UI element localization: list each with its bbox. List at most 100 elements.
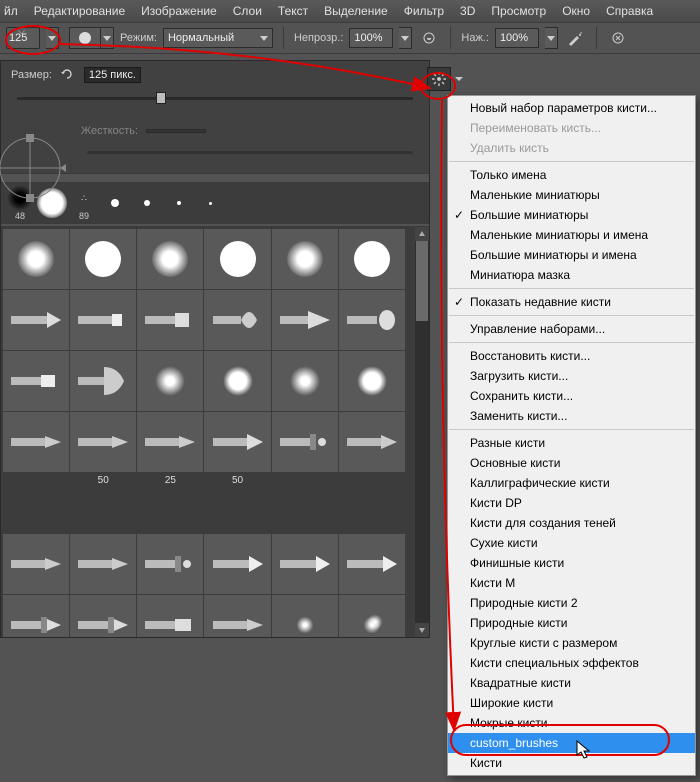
brush-cell[interactable] xyxy=(70,229,136,289)
menu-file[interactable]: йл xyxy=(4,4,18,18)
menu-select[interactable]: Выделение xyxy=(324,4,388,18)
brush-cell[interactable] xyxy=(137,534,203,594)
menu-filter[interactable]: Фильтр xyxy=(404,4,444,18)
brush-cell[interactable] xyxy=(272,534,338,594)
brush-cell[interactable]: 30 xyxy=(3,595,69,637)
flow-field[interactable]: 100% xyxy=(495,28,539,48)
brush-cell[interactable] xyxy=(137,351,203,411)
brush-cell[interactable] xyxy=(137,229,203,289)
scroll-up-icon[interactable] xyxy=(415,227,429,241)
brush-cell[interactable] xyxy=(339,412,405,472)
menu-set[interactable]: Мокрые кисти xyxy=(448,713,695,733)
brush-cell[interactable] xyxy=(204,534,270,594)
brush-cell[interactable] xyxy=(339,351,405,411)
menu-set[interactable]: Кисти DP xyxy=(448,493,695,513)
menu-set[interactable]: Кисти для создания теней xyxy=(448,513,695,533)
brush-cell[interactable] xyxy=(3,290,69,350)
brush-cell[interactable] xyxy=(3,534,69,594)
scroll-down-icon[interactable] xyxy=(415,623,429,637)
brush-cell[interactable] xyxy=(70,534,136,594)
opacity-field[interactable]: 100% xyxy=(349,28,393,48)
menu-set[interactable]: Широкие кисти xyxy=(448,693,695,713)
menu-window[interactable]: Окно xyxy=(562,4,590,18)
brush-cell[interactable] xyxy=(3,229,69,289)
recent-brush[interactable] xyxy=(133,189,161,217)
menu-set[interactable]: Круглые кисти с размером xyxy=(448,633,695,653)
pressure-opacity-icon[interactable] xyxy=(418,27,440,49)
brush-cell[interactable]: 25 xyxy=(137,412,203,472)
menu-set-custom[interactable]: custom_brushes xyxy=(448,733,695,753)
menu-set[interactable]: Природные кисти xyxy=(448,613,695,633)
brush-cell[interactable] xyxy=(3,351,69,411)
opacity-dropdown[interactable] xyxy=(399,27,412,49)
blend-mode-combo[interactable]: Нормальный xyxy=(163,28,273,48)
brush-preset-dropdown[interactable] xyxy=(101,27,114,49)
brush-cell[interactable]: 50 xyxy=(204,412,270,472)
pressure-size-icon[interactable] xyxy=(607,27,629,49)
brush-cell[interactable] xyxy=(272,229,338,289)
airbrush-icon[interactable] xyxy=(564,27,586,49)
menu-new-preset[interactable]: Новый набор параметров кисти... xyxy=(448,98,695,118)
brush-cell[interactable]: 9 xyxy=(272,595,338,637)
brush-cell[interactable] xyxy=(272,412,338,472)
brush-cell[interactable] xyxy=(70,351,136,411)
menu-set[interactable]: Сухие кисти xyxy=(448,533,695,553)
recent-brush[interactable] xyxy=(165,189,193,217)
menu-mask-thumb[interactable]: Миниатюра мазка xyxy=(448,265,695,285)
recent-brush[interactable] xyxy=(197,190,224,217)
menu-small-thumb[interactable]: Маленькие миниатюры xyxy=(448,185,695,205)
recent-brush[interactable]: ∴ 89 xyxy=(71,185,97,221)
flow-dropdown[interactable] xyxy=(545,27,558,49)
menu-large-thumb-names[interactable]: Большие миниатюры и имена xyxy=(448,245,695,265)
menu-set[interactable]: Разные кисти xyxy=(448,433,695,453)
scrollbar[interactable] xyxy=(415,227,429,637)
gear-icon[interactable] xyxy=(427,67,451,91)
menu-show-recent[interactable]: Показать недавние кисти xyxy=(448,292,695,312)
menu-set[interactable]: Кисти M xyxy=(448,573,695,593)
menu-load[interactable]: Загрузить кисти... xyxy=(448,366,695,386)
size-slider[interactable] xyxy=(17,97,413,100)
brush-cell[interactable] xyxy=(3,412,69,472)
menu-set[interactable]: Каллиграфические кисти xyxy=(448,473,695,493)
brush-angle-control[interactable] xyxy=(0,131,67,205)
size-value[interactable]: 125 пикс. xyxy=(84,67,141,83)
menu-save[interactable]: Сохранить кисти... xyxy=(448,386,695,406)
menu-3d[interactable]: 3D xyxy=(460,4,475,18)
menu-set[interactable]: Кисти специальных эффектов xyxy=(448,653,695,673)
scroll-thumb[interactable] xyxy=(416,241,428,321)
brush-size-field[interactable]: ⌵ xyxy=(6,27,40,49)
brush-cell[interactable] xyxy=(339,229,405,289)
brush-cell[interactable] xyxy=(204,595,270,637)
brush-cell[interactable] xyxy=(137,290,203,350)
brush-cell[interactable]: 40 xyxy=(70,595,136,637)
menu-preset-manager[interactable]: Управление наборами... xyxy=(448,319,695,339)
brush-cell[interactable] xyxy=(70,290,136,350)
menu-set[interactable]: Кисти xyxy=(448,753,695,773)
brush-size-dropdown[interactable] xyxy=(46,27,59,49)
menu-text[interactable]: Текст xyxy=(278,4,308,18)
menu-replace[interactable]: Заменить кисти... xyxy=(448,406,695,426)
menu-reset[interactable]: Восстановить кисти... xyxy=(448,346,695,366)
hardness-value[interactable] xyxy=(146,129,206,133)
menu-set[interactable]: Финишные кисти xyxy=(448,553,695,573)
brush-cell[interactable]: 50 xyxy=(70,412,136,472)
brush-cell[interactable] xyxy=(204,290,270,350)
brush-preview[interactable] xyxy=(69,27,101,49)
menu-image[interactable]: Изображение xyxy=(141,4,217,18)
menu-view[interactable]: Просмотр xyxy=(491,4,546,18)
brush-cell[interactable] xyxy=(204,351,270,411)
brush-cell[interactable] xyxy=(272,290,338,350)
menu-small-thumb-names[interactable]: Маленькие миниатюры и имена xyxy=(448,225,695,245)
hardness-slider[interactable] xyxy=(87,151,413,154)
menu-edit[interactable]: Редактирование xyxy=(34,4,125,18)
brush-cell[interactable] xyxy=(339,534,405,594)
brush-cell[interactable] xyxy=(339,290,405,350)
brush-cell[interactable]: 30 xyxy=(137,595,203,637)
brush-cell[interactable] xyxy=(204,229,270,289)
brush-cell[interactable] xyxy=(272,351,338,411)
menu-large-thumb[interactable]: Большие миниатюры xyxy=(448,205,695,225)
menu-set[interactable]: Квадратные кисти xyxy=(448,673,695,693)
menu-help[interactable]: Справка xyxy=(606,4,653,18)
menu-set[interactable]: Природные кисти 2 xyxy=(448,593,695,613)
reset-size-icon[interactable] xyxy=(60,67,76,83)
